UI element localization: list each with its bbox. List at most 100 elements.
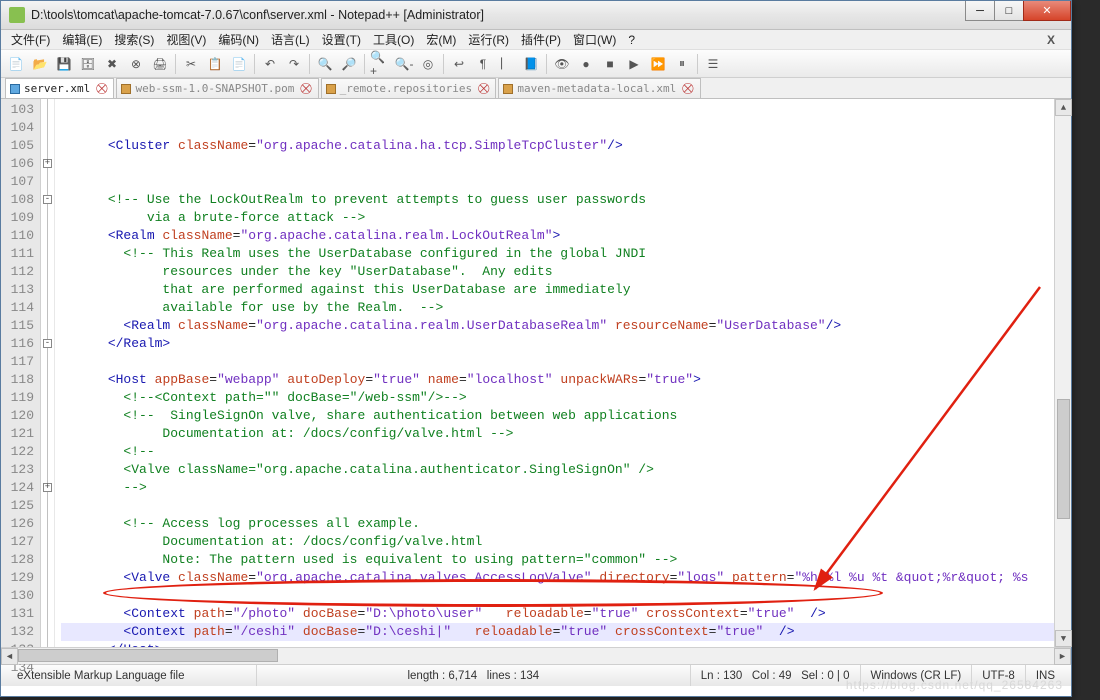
- fold-toggle-icon[interactable]: +: [43, 159, 52, 168]
- vertical-scrollbar[interactable]: ▲ ▼: [1054, 99, 1071, 647]
- scroll-down-icon[interactable]: ▼: [1055, 630, 1072, 647]
- menu-item[interactable]: 文件(F): [7, 31, 54, 48]
- print-icon[interactable]: 🖨: [149, 53, 171, 75]
- save-all-icon[interactable]: 🗄: [77, 53, 99, 75]
- fit-icon[interactable]: ◎: [417, 53, 439, 75]
- editor: 1031041051061071081091101111121131141151…: [1, 99, 1071, 647]
- zoom-in-icon[interactable]: 🔍+: [369, 53, 391, 75]
- fold-margin[interactable]: + - - +: [41, 99, 55, 647]
- code-line[interactable]: <!-- SingleSignOn valve, share authentic…: [61, 407, 1054, 425]
- code-line[interactable]: <Valve className="org.apache.catalina.au…: [61, 461, 1054, 479]
- horizontal-scroll-thumb[interactable]: [18, 649, 278, 662]
- code-line[interactable]: <!--: [61, 443, 1054, 461]
- tab-close-icon[interactable]: ⛒: [300, 82, 311, 96]
- tab[interactable]: _remote.repositories⛒: [321, 78, 497, 98]
- close-all-icon[interactable]: ⊗: [125, 53, 147, 75]
- menu-item[interactable]: 语言(L): [267, 31, 314, 48]
- open-file-icon[interactable]: 📂: [29, 53, 51, 75]
- save-icon[interactable]: 💾: [53, 53, 75, 75]
- play-icon[interactable]: ▶: [623, 53, 645, 75]
- code-line[interactable]: Documentation at: /docs/config/valve.htm…: [61, 425, 1054, 443]
- code-area[interactable]: <Cluster className="org.apache.catalina.…: [55, 99, 1054, 647]
- code-line[interactable]: Note: The pattern used is equivalent to …: [61, 551, 1054, 569]
- zoom-out-icon[interactable]: 🔍-: [393, 53, 415, 75]
- list-icon[interactable]: ☰: [702, 53, 724, 75]
- code-line[interactable]: [61, 173, 1054, 191]
- code-line[interactable]: <!-- Use the LockOutRealm to prevent att…: [61, 191, 1054, 209]
- indent-guide-icon[interactable]: ⎸: [496, 53, 518, 75]
- menu-item[interactable]: 工具(O): [369, 31, 418, 48]
- menu-item[interactable]: 视图(V): [162, 31, 210, 48]
- fold-toggle-icon[interactable]: +: [43, 483, 52, 492]
- undo-icon[interactable]: ↶: [259, 53, 281, 75]
- play-fast-icon[interactable]: ⏩: [647, 53, 669, 75]
- tab-close-icon[interactable]: ⛒: [96, 82, 107, 96]
- menu-extra-close-icon[interactable]: X: [1037, 33, 1065, 47]
- lang-icon[interactable]: 📘: [520, 53, 542, 75]
- titlebar[interactable]: D:\tools\tomcat\apache-tomcat-7.0.67\con…: [1, 1, 1071, 30]
- code-line[interactable]: <!--<Context path="" docBase="/web-ssm"/…: [61, 389, 1054, 407]
- code-line[interactable]: <!-- Access log processes all example.: [61, 515, 1054, 533]
- replace-icon[interactable]: 🔎: [338, 53, 360, 75]
- copy-icon[interactable]: 📋: [204, 53, 226, 75]
- menu-item[interactable]: 编码(N): [214, 31, 263, 48]
- menu-item[interactable]: 编辑(E): [58, 31, 106, 48]
- code-line[interactable]: [61, 155, 1054, 173]
- close-button[interactable]: ✕: [1023, 1, 1071, 21]
- code-line[interactable]: <!-- This Realm uses the UserDatabase co…: [61, 245, 1054, 263]
- code-line[interactable]: </Realm>: [61, 335, 1054, 353]
- tab-close-icon[interactable]: ⛒: [478, 82, 489, 96]
- code-line[interactable]: via a brute-force attack -->: [61, 209, 1054, 227]
- status-line: Ln : 130: [701, 670, 743, 682]
- find-icon[interactable]: 🔍: [314, 53, 336, 75]
- stop-icon[interactable]: ■: [599, 53, 621, 75]
- code-line[interactable]: <Context path="/photo" docBase="D:\photo…: [61, 605, 1054, 623]
- fold-toggle-icon[interactable]: -: [43, 339, 52, 348]
- menu-item[interactable]: 搜索(S): [110, 31, 158, 48]
- menu-item[interactable]: 插件(P): [517, 31, 565, 48]
- tab[interactable]: server.xml⛒: [5, 78, 114, 98]
- code-line[interactable]: Documentation at: /docs/config/valve.htm…: [61, 533, 1054, 551]
- new-file-icon[interactable]: 📄: [5, 53, 27, 75]
- code-line[interactable]: <Realm className="org.apache.catalina.re…: [61, 317, 1054, 335]
- scroll-left-icon[interactable]: ◄: [1, 648, 18, 665]
- maximize-button[interactable]: □: [994, 1, 1024, 21]
- menu-item[interactable]: ?: [624, 33, 639, 47]
- paste-icon[interactable]: 📄: [228, 53, 250, 75]
- menu-item[interactable]: 设置(T): [318, 31, 365, 48]
- code-line[interactable]: resources under the key "UserDatabase". …: [61, 263, 1054, 281]
- horizontal-scrollbar[interactable]: ◄ ►: [1, 647, 1071, 664]
- code-line[interactable]: <Context path="/ceshi" docBase="D:\ceshi…: [61, 623, 1054, 641]
- line-number: 109: [3, 209, 34, 227]
- wrap-icon[interactable]: ↩: [448, 53, 470, 75]
- code-line[interactable]: available for use by the Realm. -->: [61, 299, 1054, 317]
- line-number: 123: [3, 461, 34, 479]
- code-line[interactable]: that are performed against this UserData…: [61, 281, 1054, 299]
- code-line[interactable]: <Cluster className="org.apache.catalina.…: [61, 137, 1054, 155]
- scroll-right-icon[interactable]: ►: [1054, 648, 1071, 665]
- toggle-icon[interactable]: ⏸: [671, 53, 693, 75]
- fold-toggle-icon[interactable]: -: [43, 195, 52, 204]
- tab[interactable]: web-ssm-1.0-SNAPSHOT.pom⛒: [116, 78, 318, 98]
- code-line[interactable]: -->: [61, 479, 1054, 497]
- cut-icon[interactable]: ✂: [180, 53, 202, 75]
- record-icon[interactable]: ●: [575, 53, 597, 75]
- vertical-scroll-thumb[interactable]: [1057, 399, 1070, 519]
- scroll-up-icon[interactable]: ▲: [1055, 99, 1072, 116]
- redo-icon[interactable]: ↷: [283, 53, 305, 75]
- code-line[interactable]: <Host appBase="webapp" autoDeploy="true"…: [61, 371, 1054, 389]
- eye-icon[interactable]: 👁: [551, 53, 573, 75]
- code-line[interactable]: [61, 353, 1054, 371]
- close-icon[interactable]: ✖: [101, 53, 123, 75]
- menu-item[interactable]: 运行(R): [464, 31, 513, 48]
- code-line[interactable]: [61, 497, 1054, 515]
- menu-item[interactable]: 窗口(W): [569, 31, 620, 48]
- tab[interactable]: maven-metadata-local.xml⛒: [498, 78, 700, 98]
- code-line[interactable]: <Realm className="org.apache.catalina.re…: [61, 227, 1054, 245]
- menu-item[interactable]: 宏(M): [422, 31, 460, 48]
- tab-close-icon[interactable]: ⛒: [682, 82, 693, 96]
- show-all-icon[interactable]: ¶: [472, 53, 494, 75]
- code-line[interactable]: [61, 587, 1054, 605]
- code-line[interactable]: <Valve className="org.apache.catalina.va…: [61, 569, 1054, 587]
- minimize-button[interactable]: ─: [965, 1, 995, 21]
